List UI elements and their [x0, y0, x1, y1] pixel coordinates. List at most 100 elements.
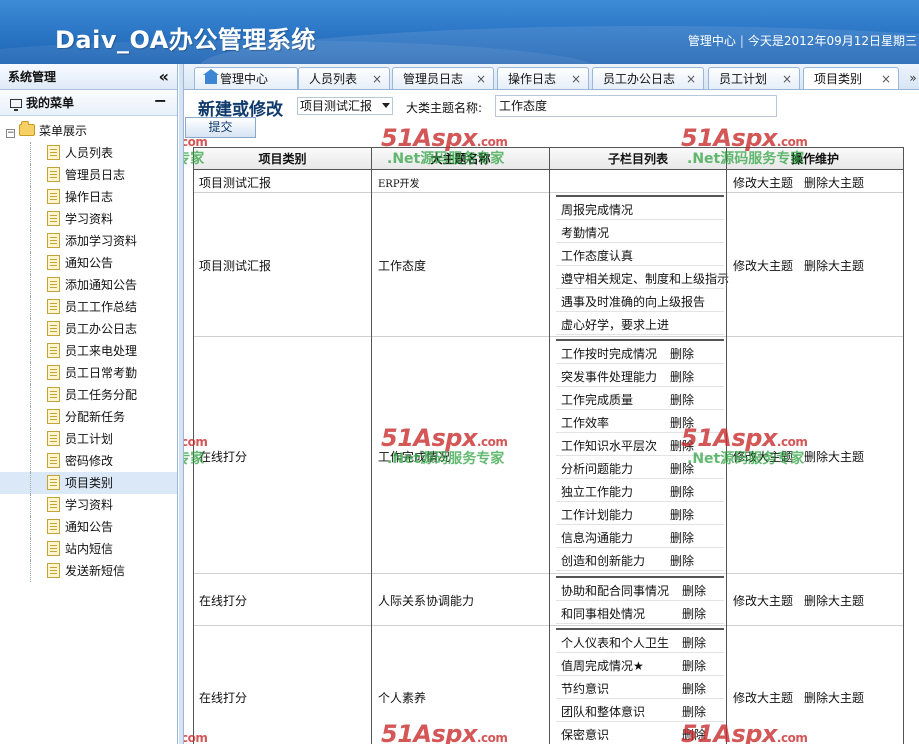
- sidebar-item[interactable]: 添加学习资料: [0, 230, 177, 252]
- sidebar-item[interactable]: 站内短信: [0, 538, 177, 560]
- tab-1[interactable]: 管理中心: [194, 67, 298, 89]
- sidebar-item[interactable]: 人员列表: [0, 142, 177, 164]
- close-tab-icon[interactable]: ×: [476, 68, 486, 89]
- page-icon: [47, 233, 60, 248]
- close-tab-icon[interactable]: ×: [686, 68, 696, 89]
- delete-sub-item-link[interactable]: 删除: [670, 506, 694, 523]
- delete-topic-link[interactable]: 删除大主题: [804, 594, 864, 608]
- delete-sub-item-link[interactable]: 删除: [682, 605, 706, 622]
- list-item: 工作效率 删除: [556, 410, 724, 433]
- edit-topic-link[interactable]: 修改大主题: [733, 176, 793, 190]
- close-tab-icon[interactable]: ×: [571, 68, 581, 89]
- tab-6[interactable]: 员工计划 ×: [708, 67, 800, 89]
- sidebar-item[interactable]: 添加通知公告: [0, 274, 177, 296]
- delete-sub-item-link[interactable]: 删除: [682, 703, 706, 720]
- page-icon: [47, 321, 60, 336]
- tab-scroll-icon[interactable]: »: [907, 67, 919, 89]
- page-icon: [47, 343, 60, 358]
- sidebar-item-label: 通知公告: [65, 256, 114, 270]
- sub-item-name: 工作效率: [561, 416, 610, 430]
- delete-topic-link[interactable]: 删除大主题: [804, 176, 864, 190]
- delete-sub-item-link[interactable]: 删除: [670, 529, 694, 546]
- project-select[interactable]: 项目测试汇报: [297, 97, 393, 115]
- header-sublist: 子栏目列表: [607, 152, 668, 166]
- cell-topic: 人际关系协调能力: [378, 594, 475, 608]
- list-item: 工作完成质量 删除: [556, 387, 724, 410]
- delete-sub-item-link[interactable]: 删除: [670, 437, 694, 454]
- sidebar-item[interactable]: 密码修改: [0, 450, 177, 472]
- close-tab-icon[interactable]: ×: [372, 68, 382, 89]
- delete-sub-item-link[interactable]: 删除: [682, 582, 706, 599]
- delete-sub-item-link[interactable]: 删除: [670, 414, 694, 431]
- list-item: 工作按时完成情况 删除: [556, 341, 724, 364]
- sidebar-item-label: 员工任务分配: [65, 388, 138, 402]
- delete-sub-item-link[interactable]: 删除: [670, 391, 694, 408]
- my-menu-toggle-icon[interactable]: −: [154, 88, 167, 114]
- sub-item-list: 个人仪表和个人卫生 删除 值周完成情况★ 删除 节约意识 删除 团队和整体意识 删除 保密意识删…: [556, 628, 724, 744]
- delete-sub-item-link[interactable]: 删除: [670, 368, 694, 385]
- delete-sub-item-link[interactable]: 删除: [682, 657, 706, 674]
- tab-2[interactable]: 人员列表 ×: [298, 67, 390, 89]
- collapse-sidebar-icon[interactable]: «: [159, 64, 169, 90]
- sidebar-item[interactable]: 通知公告: [0, 252, 177, 274]
- delete-sub-item-link[interactable]: 删除: [670, 460, 694, 477]
- sidebar-item[interactable]: 管理员日志: [0, 164, 177, 186]
- tree-collapse-icon[interactable]: −: [6, 129, 15, 138]
- my-menu-label: 我的菜单: [26, 96, 75, 110]
- tab-7[interactable]: 项目类别 ×: [803, 67, 899, 89]
- close-tab-icon[interactable]: ×: [782, 68, 792, 89]
- header-operations: 操作维护: [790, 152, 839, 166]
- delete-topic-link[interactable]: 删除大主题: [804, 259, 864, 273]
- my-menu-header[interactable]: 我的菜单 −: [0, 90, 177, 116]
- sidebar-item[interactable]: 分配新任务: [0, 406, 177, 428]
- sidebar-item[interactable]: 操作日志: [0, 186, 177, 208]
- delete-topic-link[interactable]: 删除大主题: [804, 691, 864, 705]
- page-icon: [47, 475, 60, 490]
- sidebar-item[interactable]: 学习资料: [0, 208, 177, 230]
- sidebar-item-label: 操作日志: [65, 190, 114, 204]
- sidebar-item[interactable]: 员工日常考勤: [0, 362, 177, 384]
- delete-sub-item-link[interactable]: 删除: [682, 726, 706, 743]
- sidebar-item[interactable]: 员工任务分配: [0, 384, 177, 406]
- edit-topic-link[interactable]: 修改大主题: [733, 259, 793, 273]
- delete-topic-link[interactable]: 删除大主题: [804, 450, 864, 464]
- tree-root[interactable]: − 菜单展示: [0, 120, 177, 142]
- delete-sub-item-link[interactable]: 删除: [670, 552, 694, 569]
- list-item: 遇事及时准确的向上级报告: [556, 289, 724, 312]
- sidebar-item[interactable]: 通知公告: [0, 516, 177, 538]
- sidebar-item[interactable]: 员工办公日志: [0, 318, 177, 340]
- sidebar-item[interactable]: 学习资料: [0, 494, 177, 516]
- list-item: 周报完成情况: [556, 197, 724, 220]
- delete-sub-item-link[interactable]: 删除: [670, 483, 694, 500]
- tab-4[interactable]: 操作日志 ×: [497, 67, 589, 89]
- tab-3[interactable]: 管理员日志 ×: [392, 67, 494, 89]
- date-text: 今天是2012年09月12日星期三: [747, 34, 917, 48]
- delete-sub-item-link[interactable]: 删除: [670, 345, 694, 362]
- category-label: 大类主题名称:: [406, 101, 483, 115]
- edit-topic-link[interactable]: 修改大主题: [733, 450, 793, 464]
- delete-sub-item-link[interactable]: 删除: [682, 634, 706, 651]
- page-icon: [47, 277, 60, 292]
- delete-sub-item-link[interactable]: 删除: [682, 680, 706, 697]
- sub-item-name: 考勤情况: [561, 226, 610, 240]
- admin-center-link[interactable]: 管理中心: [688, 34, 736, 48]
- submit-button[interactable]: 提交: [185, 117, 256, 138]
- tab-label: 管理员日志: [403, 72, 464, 86]
- sidebar-item[interactable]: 员工工作总结: [0, 296, 177, 318]
- sidebar-item[interactable]: 项目类别: [0, 472, 177, 494]
- sidebar-item[interactable]: 员工计划: [0, 428, 177, 450]
- folder-open-icon: [19, 121, 35, 136]
- edit-topic-link[interactable]: 修改大主题: [733, 594, 793, 608]
- sidebar-item-label: 学习资料: [65, 498, 114, 512]
- close-tab-icon[interactable]: ×: [881, 68, 891, 89]
- edit-topic-link[interactable]: 修改大主题: [733, 691, 793, 705]
- page-icon: [47, 211, 60, 226]
- page-icon: [47, 519, 60, 534]
- cell-topic: 工作完成情况: [378, 450, 451, 464]
- sidebar-item[interactable]: 发送新短信: [0, 560, 177, 582]
- tab-5[interactable]: 员工办公日志 ×: [592, 67, 704, 89]
- row-operations: 修改大主题 删除大主题: [733, 174, 864, 191]
- sidebar-item[interactable]: 员工来电处理: [0, 340, 177, 362]
- category-input[interactable]: 工作态度: [495, 95, 777, 117]
- topics-grid: 项目类别 大主题名称 子栏目列表 操作维护 项目测试汇报 ERP开发 修改大主题 删除…: [193, 147, 904, 744]
